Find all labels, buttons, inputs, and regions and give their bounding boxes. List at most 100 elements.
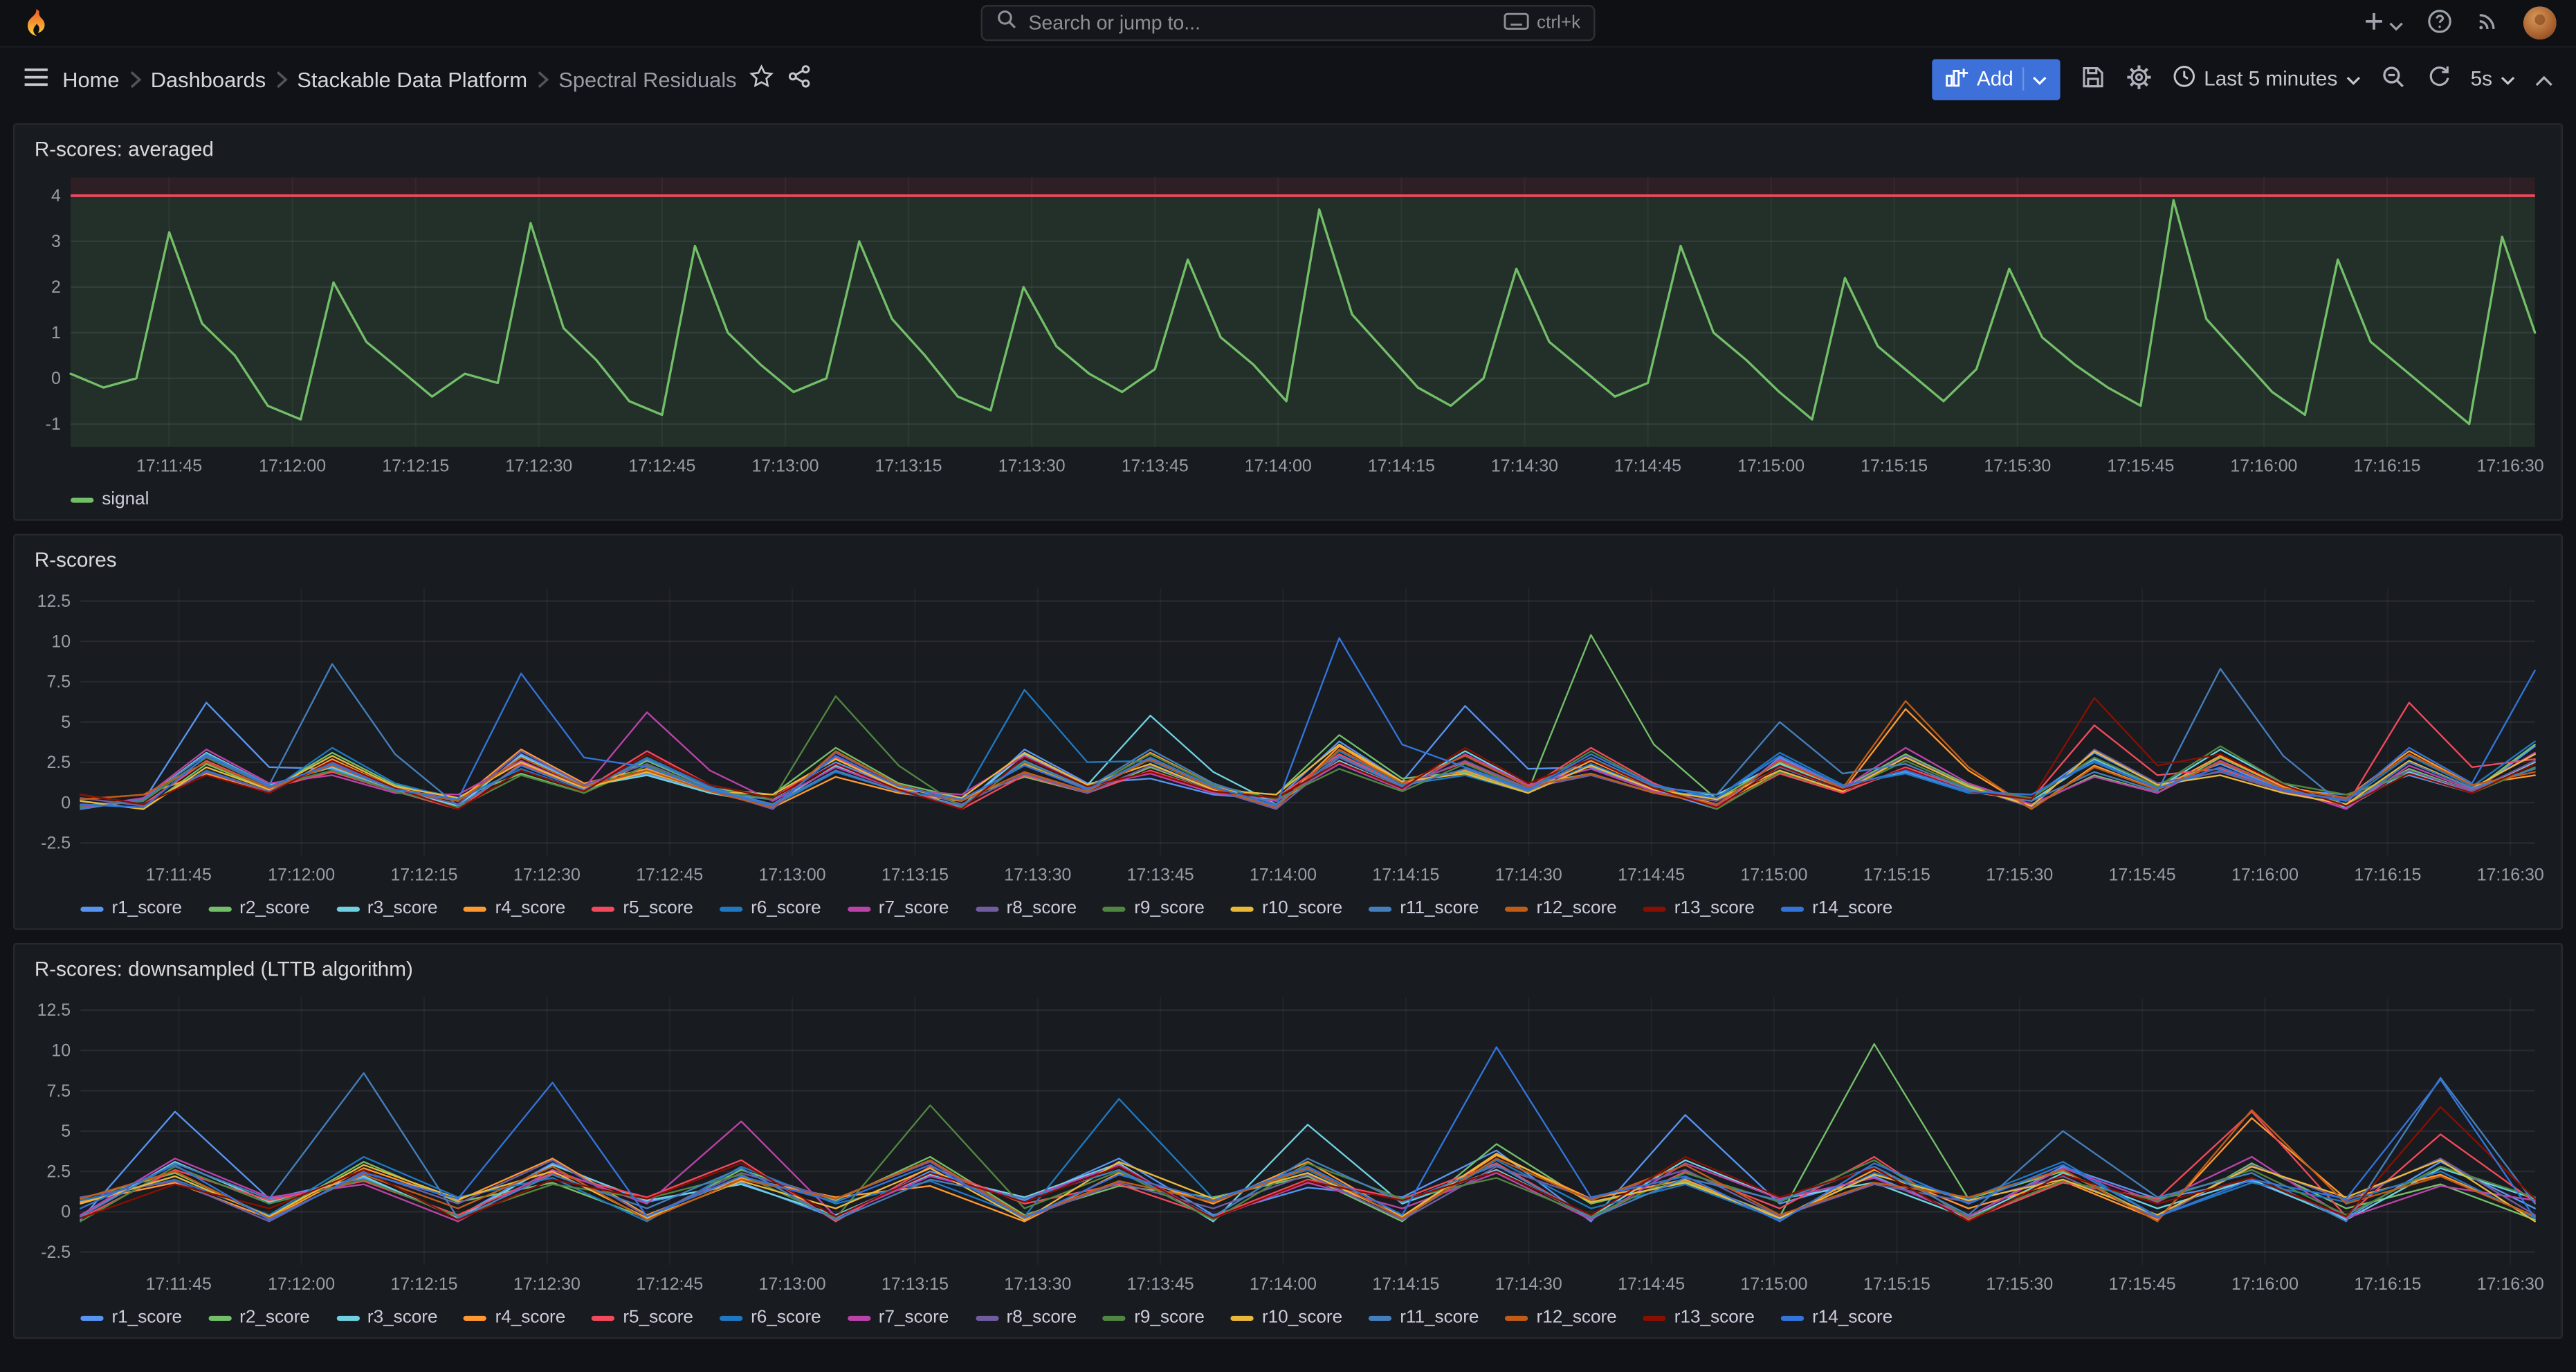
series-color-swatch (720, 906, 742, 911)
legend-item-r13_score[interactable]: r13_score (1643, 1308, 1755, 1327)
series-color-swatch (1231, 906, 1254, 911)
legend-label: r1_score (111, 899, 182, 918)
breadcrumb: Home Dashboards Stackable Data Platform … (62, 66, 736, 91)
legend-item-r2_score[interactable]: r2_score (208, 1308, 310, 1327)
panel-title[interactable]: R-scores: averaged (35, 138, 2545, 161)
zoom-out-button[interactable] (2380, 63, 2406, 94)
legend-item-r14_score[interactable]: r14_score (1781, 1308, 1892, 1327)
rss-icon (2476, 8, 2501, 38)
svg-text:17:14:00: 17:14:00 (1250, 866, 1317, 885)
svg-text:0: 0 (51, 369, 61, 388)
svg-text:17:12:00: 17:12:00 (268, 1274, 335, 1294)
svg-text:17:15:00: 17:15:00 (1737, 456, 1805, 475)
search-bar[interactable]: ctrl+k (981, 5, 1596, 41)
chart-r-scores-downsampled[interactable]: 17:11:4517:12:0017:12:1517:12:3017:12:45… (31, 987, 2545, 1301)
legend-item-r5_score[interactable]: r5_score (592, 1308, 693, 1327)
legend-label: r7_score (879, 1308, 949, 1327)
svg-text:1: 1 (51, 323, 61, 342)
legend-item-r1_score[interactable]: r1_score (80, 899, 182, 918)
svg-text:17:13:45: 17:13:45 (1122, 456, 1189, 475)
svg-text:17:12:30: 17:12:30 (513, 866, 581, 885)
legend-item-r6_score[interactable]: r6_score (720, 1308, 821, 1327)
chart-r-scores-averaged[interactable]: 17:11:4517:12:0017:12:1517:12:3017:12:45… (31, 167, 2545, 483)
grafana-logo-icon[interactable] (19, 6, 52, 39)
svg-text:3: 3 (51, 232, 61, 251)
svg-text:10: 10 (51, 1041, 71, 1061)
add-panel-button[interactable]: Add (1933, 58, 2059, 99)
breadcrumb-dashboards[interactable]: Dashboards (151, 66, 266, 91)
add-new-button[interactable] (2362, 9, 2403, 37)
legend-item-r3_score[interactable]: r3_score (336, 1308, 438, 1327)
legend-label: r2_score (239, 899, 310, 918)
save-dashboard-button[interactable] (2079, 63, 2105, 94)
svg-text:17:15:30: 17:15:30 (1984, 456, 2051, 475)
favorite-star-button[interactable] (750, 64, 775, 94)
refresh-button[interactable] (2427, 64, 2451, 94)
legend-item-r4_score[interactable]: r4_score (464, 1308, 566, 1327)
series-color-swatch (975, 1315, 998, 1320)
series-color-swatch (848, 906, 870, 911)
svg-text:17:15:30: 17:15:30 (1986, 866, 2053, 885)
legend-label: r9_score (1134, 1308, 1205, 1327)
shortcut-label: ctrl+k (1537, 13, 1580, 33)
legend-item-r14_score[interactable]: r14_score (1781, 899, 1892, 918)
panel-title[interactable]: R-scores: downsampled (LTTB algorithm) (35, 958, 2545, 980)
legend-item-r11_score[interactable]: r11_score (1369, 1308, 1479, 1327)
legend-label: r4_score (495, 1308, 566, 1327)
chart-r-scores[interactable]: 17:11:4517:12:0017:12:1517:12:3017:12:45… (31, 578, 2545, 893)
svg-text:17:13:30: 17:13:30 (998, 456, 1066, 475)
legend-item-signal[interactable]: signal (71, 490, 149, 509)
legend-item-r8_score[interactable]: r8_score (975, 899, 1077, 918)
legend-item-r3_score[interactable]: r3_score (336, 899, 438, 918)
user-avatar[interactable] (2523, 6, 2556, 39)
panel-title[interactable]: R-scores (35, 549, 2545, 571)
legend-item-r8_score[interactable]: r8_score (975, 1308, 1077, 1327)
svg-text:17:16:00: 17:16:00 (2231, 866, 2299, 885)
svg-text:17:13:45: 17:13:45 (1127, 1274, 1194, 1294)
legend-item-r12_score[interactable]: r12_score (1505, 1308, 1616, 1327)
legend-label: r14_score (1812, 899, 1892, 918)
legend-item-r5_score[interactable]: r5_score (592, 899, 693, 918)
time-range-picker[interactable]: Last 5 minutes (2171, 64, 2361, 94)
legend-item-r13_score[interactable]: r13_score (1643, 899, 1755, 918)
search-input[interactable] (1028, 12, 1494, 35)
legend-item-r11_score[interactable]: r11_score (1369, 899, 1479, 918)
legend-item-r2_score[interactable]: r2_score (208, 899, 310, 918)
legend-label: r12_score (1537, 899, 1617, 918)
legend-item-r9_score[interactable]: r9_score (1103, 899, 1205, 918)
breadcrumb-home[interactable]: Home (62, 66, 119, 91)
legend-label: r6_score (751, 1308, 821, 1327)
legend-item-r10_score[interactable]: r10_score (1231, 1308, 1342, 1327)
share-button[interactable] (787, 64, 812, 94)
svg-text:17:16:15: 17:16:15 (2353, 456, 2420, 475)
series-color-swatch (1369, 1315, 1391, 1320)
series-color-swatch (464, 1315, 487, 1320)
svg-text:17:14:15: 17:14:15 (1372, 1274, 1439, 1294)
help-button[interactable] (2427, 8, 2453, 39)
menu-button[interactable] (23, 65, 49, 93)
legend: signal (31, 490, 2545, 509)
svg-text:17:15:45: 17:15:45 (2109, 866, 2176, 885)
refresh-interval-label: 5s (2471, 67, 2492, 90)
legend-item-r9_score[interactable]: r9_score (1103, 1308, 1205, 1327)
series-color-swatch (848, 1315, 870, 1320)
refresh-interval-picker[interactable]: 5s (2471, 67, 2516, 90)
legend-item-r10_score[interactable]: r10_score (1231, 899, 1342, 918)
legend-item-r7_score[interactable]: r7_score (848, 899, 949, 918)
news-button[interactable] (2476, 8, 2501, 38)
svg-text:17:14:30: 17:14:30 (1495, 866, 1562, 885)
legend-item-r4_score[interactable]: r4_score (464, 899, 566, 918)
collapse-toolbar-button[interactable] (2535, 66, 2553, 91)
legend-item-r6_score[interactable]: r6_score (720, 899, 821, 918)
svg-text:17:12:45: 17:12:45 (636, 1274, 703, 1294)
svg-text:17:12:15: 17:12:15 (390, 1274, 457, 1294)
svg-text:17:15:45: 17:15:45 (2109, 1274, 2176, 1294)
breadcrumb-folder[interactable]: Stackable Data Platform (297, 66, 527, 91)
legend-item-r7_score[interactable]: r7_score (848, 1308, 949, 1327)
svg-text:7.5: 7.5 (46, 673, 71, 692)
dashboard-settings-button[interactable] (2125, 63, 2151, 94)
svg-text:-1: -1 (46, 414, 61, 434)
svg-text:17:11:45: 17:11:45 (136, 456, 202, 475)
legend-item-r1_score[interactable]: r1_score (80, 1308, 182, 1327)
legend-item-r12_score[interactable]: r12_score (1505, 899, 1616, 918)
